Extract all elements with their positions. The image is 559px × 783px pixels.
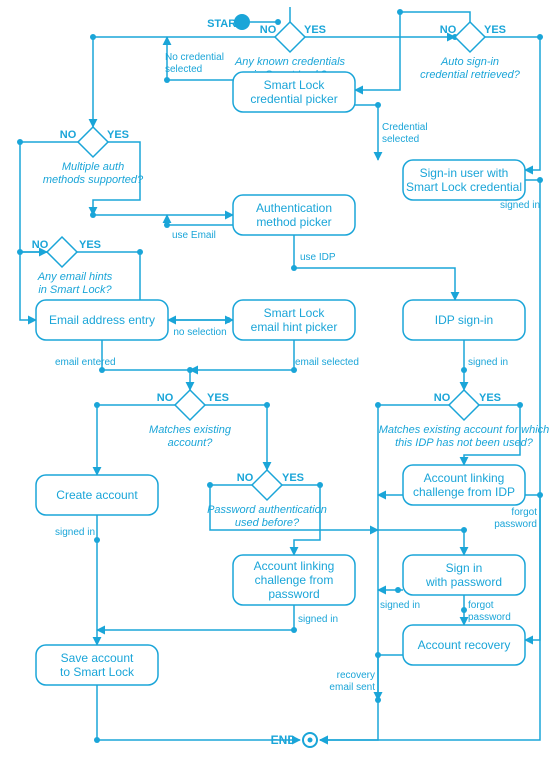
edge-signedin-n10: signed in (380, 600, 420, 611)
edge-forgot-n10: forgot (468, 600, 494, 611)
edge-credential-selected-b: selected (382, 134, 419, 145)
decision-email-hints (47, 237, 77, 267)
edge-recovery-a: recovery (337, 670, 375, 681)
n11-l1: Account recovery (418, 638, 511, 652)
n2-l1: Authentication (256, 201, 332, 215)
d5-l2: account? (168, 437, 214, 449)
n12-l1: Save account (61, 651, 134, 665)
d7-l2: this IDP has not been used? (395, 437, 534, 449)
d3-l1: Auto sign-in (440, 56, 499, 68)
n3-l1: Sign-in user with (420, 166, 509, 180)
d5-l1: Matches existing (149, 424, 232, 436)
decision-known-credentials (275, 22, 305, 52)
edge-credential-selected: Credential (382, 122, 428, 133)
decision-matches-idp (449, 390, 479, 420)
edge-recovery-b: email sent (329, 682, 375, 693)
d1-l1: Any known credentials (234, 56, 346, 68)
n6-l1: IDP sign-in (435, 313, 493, 327)
n1-l1: Smart Lock (264, 78, 326, 92)
d1-yes: YES (304, 24, 326, 36)
d7-no: NO (434, 392, 451, 404)
d2-l2: methods supported? (43, 174, 144, 186)
end-label: END (271, 733, 297, 747)
n1-l2: credential picker (250, 92, 337, 106)
n8-l3: password (268, 587, 319, 601)
d4-l1: Any email hints (37, 271, 113, 283)
d4-l2: in Smart Lock? (38, 284, 112, 296)
edge-forgot-n9b: password (494, 519, 537, 530)
d4-no: NO (32, 239, 49, 251)
d2-l1: Multiple auth (62, 161, 124, 173)
n8-l2: challenge from (255, 573, 334, 587)
n10-l2: with password (425, 575, 502, 589)
d6-l2: used before? (235, 517, 300, 529)
edge-no-selection: no selection (173, 327, 226, 338)
edge-email-selected: email selected (295, 357, 359, 368)
d2-no: NO (60, 129, 77, 141)
d4-yes: YES (79, 239, 101, 251)
n12-l2: to Smart Lock (60, 665, 135, 679)
d7-l1: Matches existing account for which (379, 424, 550, 436)
edge-signedin-n8: signed in (298, 614, 338, 625)
decision-password-before (252, 470, 282, 500)
edge-signedin-n3: signed in (500, 200, 540, 211)
flowchart: START NO YES Any known credentials in Sm… (0, 0, 559, 783)
edge-use-idp: use IDP (300, 252, 336, 263)
d3-yes: YES (484, 24, 506, 36)
n9-l1: Account linking (424, 471, 505, 485)
decision-matches-existing (175, 390, 205, 420)
edge-forgot-n9: forgot (511, 507, 537, 518)
d7-yes: YES (479, 392, 501, 404)
edge-use-email: use Email (172, 230, 216, 241)
d5-yes: YES (207, 392, 229, 404)
edge-no-credential: No credential (165, 52, 224, 63)
n3-l2: Smart Lock credential (406, 180, 522, 194)
edge-no-credential-b: selected (165, 64, 202, 75)
n5-l1: Smart Lock (264, 306, 326, 320)
edge-forgot-n10b: password (468, 612, 511, 623)
edge-email-entered: email entered (55, 357, 116, 368)
n10-l1: Sign in (446, 561, 483, 575)
d1-no: NO (260, 24, 277, 36)
d5-no: NO (157, 392, 174, 404)
edge-signedin-n7: signed in (55, 527, 95, 538)
n4-l1: Email address entry (49, 313, 155, 327)
edge-signedin-n6: signed in (468, 357, 508, 368)
d3-no: NO (440, 24, 457, 36)
n5-l2: email hint picker (251, 320, 338, 334)
n9-l2: challenge from IDP (413, 485, 515, 499)
start-node-icon (234, 14, 250, 30)
n2-l2: method picker (256, 215, 331, 229)
d6-l1: Password authentication (207, 504, 327, 516)
decision-multiple-auth (78, 127, 108, 157)
decision-auto-signin (455, 22, 485, 52)
d6-yes: YES (282, 472, 304, 484)
d2-yes: YES (107, 129, 129, 141)
d6-no: NO (237, 472, 254, 484)
n7-l1: Create account (56, 488, 138, 502)
n8-l1: Account linking (254, 559, 335, 573)
d3-l2: credential retrieved? (420, 69, 521, 81)
